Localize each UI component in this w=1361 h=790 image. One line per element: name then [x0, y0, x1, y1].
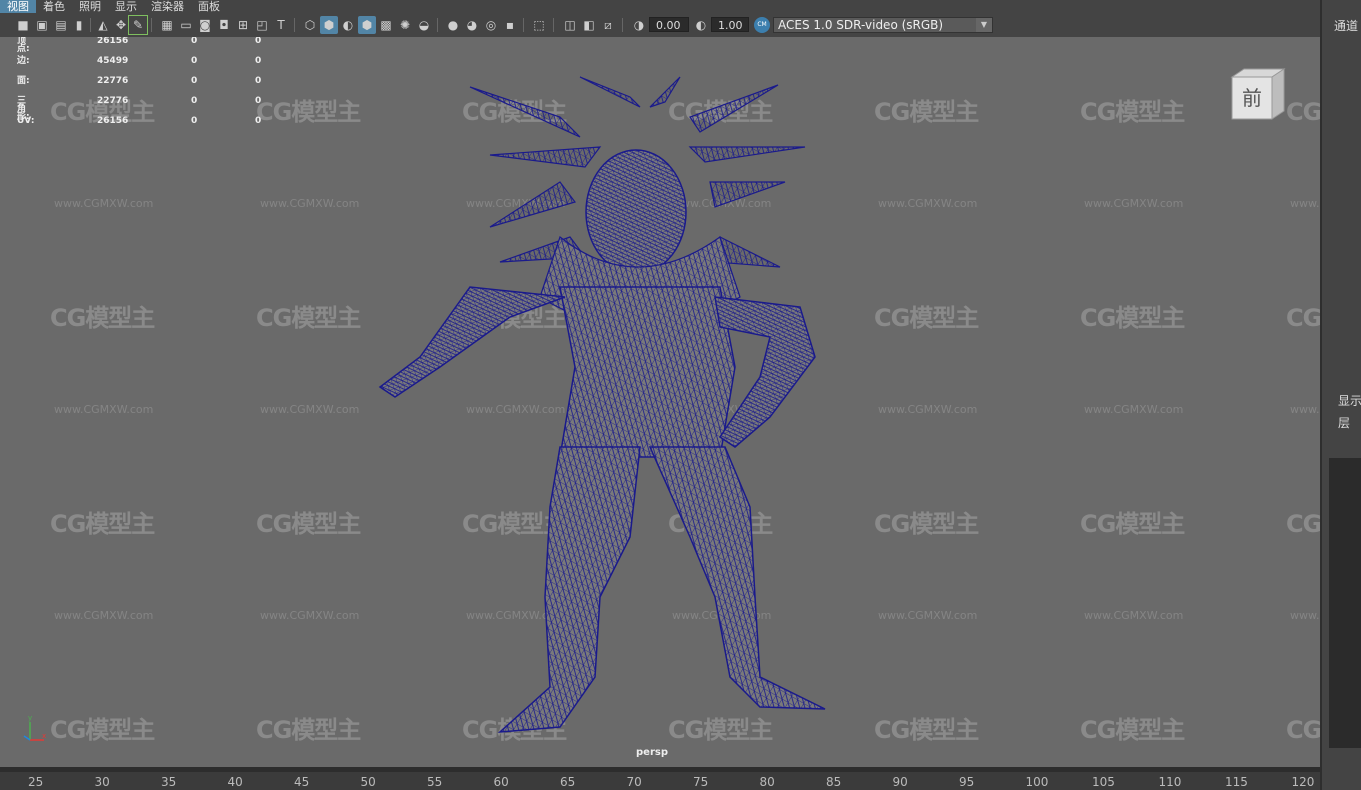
character-mesh[interactable]: [0, 37, 1320, 767]
view-cube-label: 前: [1242, 86, 1262, 110]
timeline-tick-label: 30: [94, 775, 110, 789]
safe-title-icon[interactable]: T: [272, 16, 290, 34]
exposure-field[interactable]: 0.00: [649, 17, 689, 32]
gamma-icon[interactable]: ◐: [692, 16, 710, 34]
shadows-icon[interactable]: ◒: [415, 16, 433, 34]
resolution-gate-icon[interactable]: ◙: [196, 16, 214, 34]
exposure-icon[interactable]: ◑: [630, 16, 648, 34]
gate-mask-icon[interactable]: ◘: [215, 16, 233, 34]
chevron-down-icon[interactable]: ▼: [976, 18, 992, 32]
display-tab-label[interactable]: 显示: [1338, 392, 1361, 409]
menu-renderer[interactable]: 渲染器: [144, 0, 191, 13]
camera-attributes-icon[interactable]: ▣: [33, 16, 51, 34]
wireframe-on-shaded-icon[interactable]: ⬢: [358, 16, 376, 34]
smooth-shade-icon[interactable]: ⬢: [320, 16, 338, 34]
safe-action-icon[interactable]: ◰: [253, 16, 271, 34]
camera-icon[interactable]: ■: [14, 16, 32, 34]
xray-components-icon[interactable]: ⧄: [599, 16, 617, 34]
timeline-tick-label: 65: [560, 775, 576, 789]
timeline-tick-label: 80: [759, 775, 775, 789]
view-transform-value: ACES 1.0 SDR-video (sRGB): [778, 18, 944, 32]
textured-icon[interactable]: ▩: [377, 16, 395, 34]
timeline-tick-label: 115: [1225, 775, 1248, 789]
lights-icon[interactable]: ✺: [396, 16, 414, 34]
3d-viewport[interactable]: CG模型主CG模型主CG模型主CG模型主CG模型主CG模型主CG模型主CG模型主…: [0, 37, 1320, 767]
time-ruler: [0, 767, 1320, 772]
motion-blur-icon[interactable]: ◕: [463, 16, 481, 34]
menu-lighting[interactable]: 照明: [72, 0, 108, 13]
timeline-tick-label: 100: [1025, 775, 1049, 789]
bookmark-camera-icon[interactable]: ▤: [52, 16, 70, 34]
character-body: [378, 76, 826, 733]
timeline-tick-label: 25: [28, 775, 44, 789]
gamma-field[interactable]: 1.00: [711, 17, 749, 32]
timeline-tick-label: 55: [427, 775, 443, 789]
layer-menu-label[interactable]: 层: [1338, 414, 1350, 431]
ambient-occlusion-icon[interactable]: ●: [444, 16, 462, 34]
timeline-tick-label: 85: [826, 775, 842, 789]
grease-pencil-icon[interactable]: ✎: [128, 15, 148, 35]
depth-of-field-icon[interactable]: ▪: [501, 16, 519, 34]
axis-gizmo: y x: [23, 714, 46, 741]
timeline-tick-label: 45: [294, 775, 310, 789]
anti-aliasing-icon[interactable]: ◎: [482, 16, 500, 34]
viewport-toolbar: ■ ▣ ▤ ▮ ◭ ✥ ✎ ▦ ▭ ◙ ◘ ⊞ ◰ T ⬡ ⬢ ◐ ⬢ ▩ ✺ …: [0, 13, 1320, 38]
field-chart-icon[interactable]: ⊞: [234, 16, 252, 34]
isolate-select-icon[interactable]: ⬚: [530, 16, 548, 34]
svg-text:y: y: [28, 714, 32, 722]
image-plane-icon[interactable]: ◭: [94, 16, 112, 34]
xray-icon[interactable]: ◫: [561, 16, 579, 34]
viewport-menubar: 视图 着色 照明 显示 渲染器 面板: [0, 0, 1320, 13]
timeline-tick-label: 105: [1092, 775, 1115, 789]
xray-joints-icon[interactable]: ◧: [580, 16, 598, 34]
timeline-tick-label: 50: [360, 775, 376, 789]
timeline-tick-label: 110: [1158, 775, 1182, 789]
svg-text:x: x: [42, 732, 46, 740]
default-material-icon[interactable]: ◐: [339, 16, 357, 34]
bookmark-icon[interactable]: ▮: [70, 16, 88, 34]
timeline-tick-label: 70: [626, 775, 642, 789]
wireframe-icon[interactable]: ⬡: [301, 16, 319, 34]
timeline-tick-label: 90: [892, 775, 908, 789]
color-management-icon[interactable]: CM: [754, 17, 770, 33]
menu-view[interactable]: 视图: [0, 0, 36, 13]
film-gate-icon[interactable]: ▭: [177, 16, 195, 34]
menu-show[interactable]: 显示: [108, 0, 144, 13]
timeline-tick-label: 120: [1291, 775, 1315, 789]
time-slider[interactable]: 25 30 35 40 45 50 55 60 65 70 75 80 85 90 95 100 105 110 1…: [0, 767, 1320, 790]
timeline-tick-label: 95: [959, 775, 975, 789]
timeline-tick-label: 75: [693, 775, 709, 789]
2d-pan-zoom-icon[interactable]: ✥: [112, 16, 130, 34]
timeline-tick-label: 40: [227, 775, 243, 789]
channel-box-label[interactable]: 通道: [1334, 17, 1358, 34]
grid-icon[interactable]: ▦: [158, 16, 176, 34]
timeline-tick-label: 60: [493, 775, 509, 789]
view-cube[interactable]: 前: [1228, 67, 1286, 125]
view-transform-select[interactable]: ACES 1.0 SDR-video (sRGB) ▼: [773, 17, 993, 33]
layer-list[interactable]: [1329, 458, 1361, 748]
camera-name-label: persp: [636, 747, 668, 758]
menu-shading[interactable]: 着色: [36, 0, 72, 13]
menu-panels[interactable]: 面板: [191, 0, 227, 13]
timeline-tick-label: 35: [161, 775, 177, 789]
